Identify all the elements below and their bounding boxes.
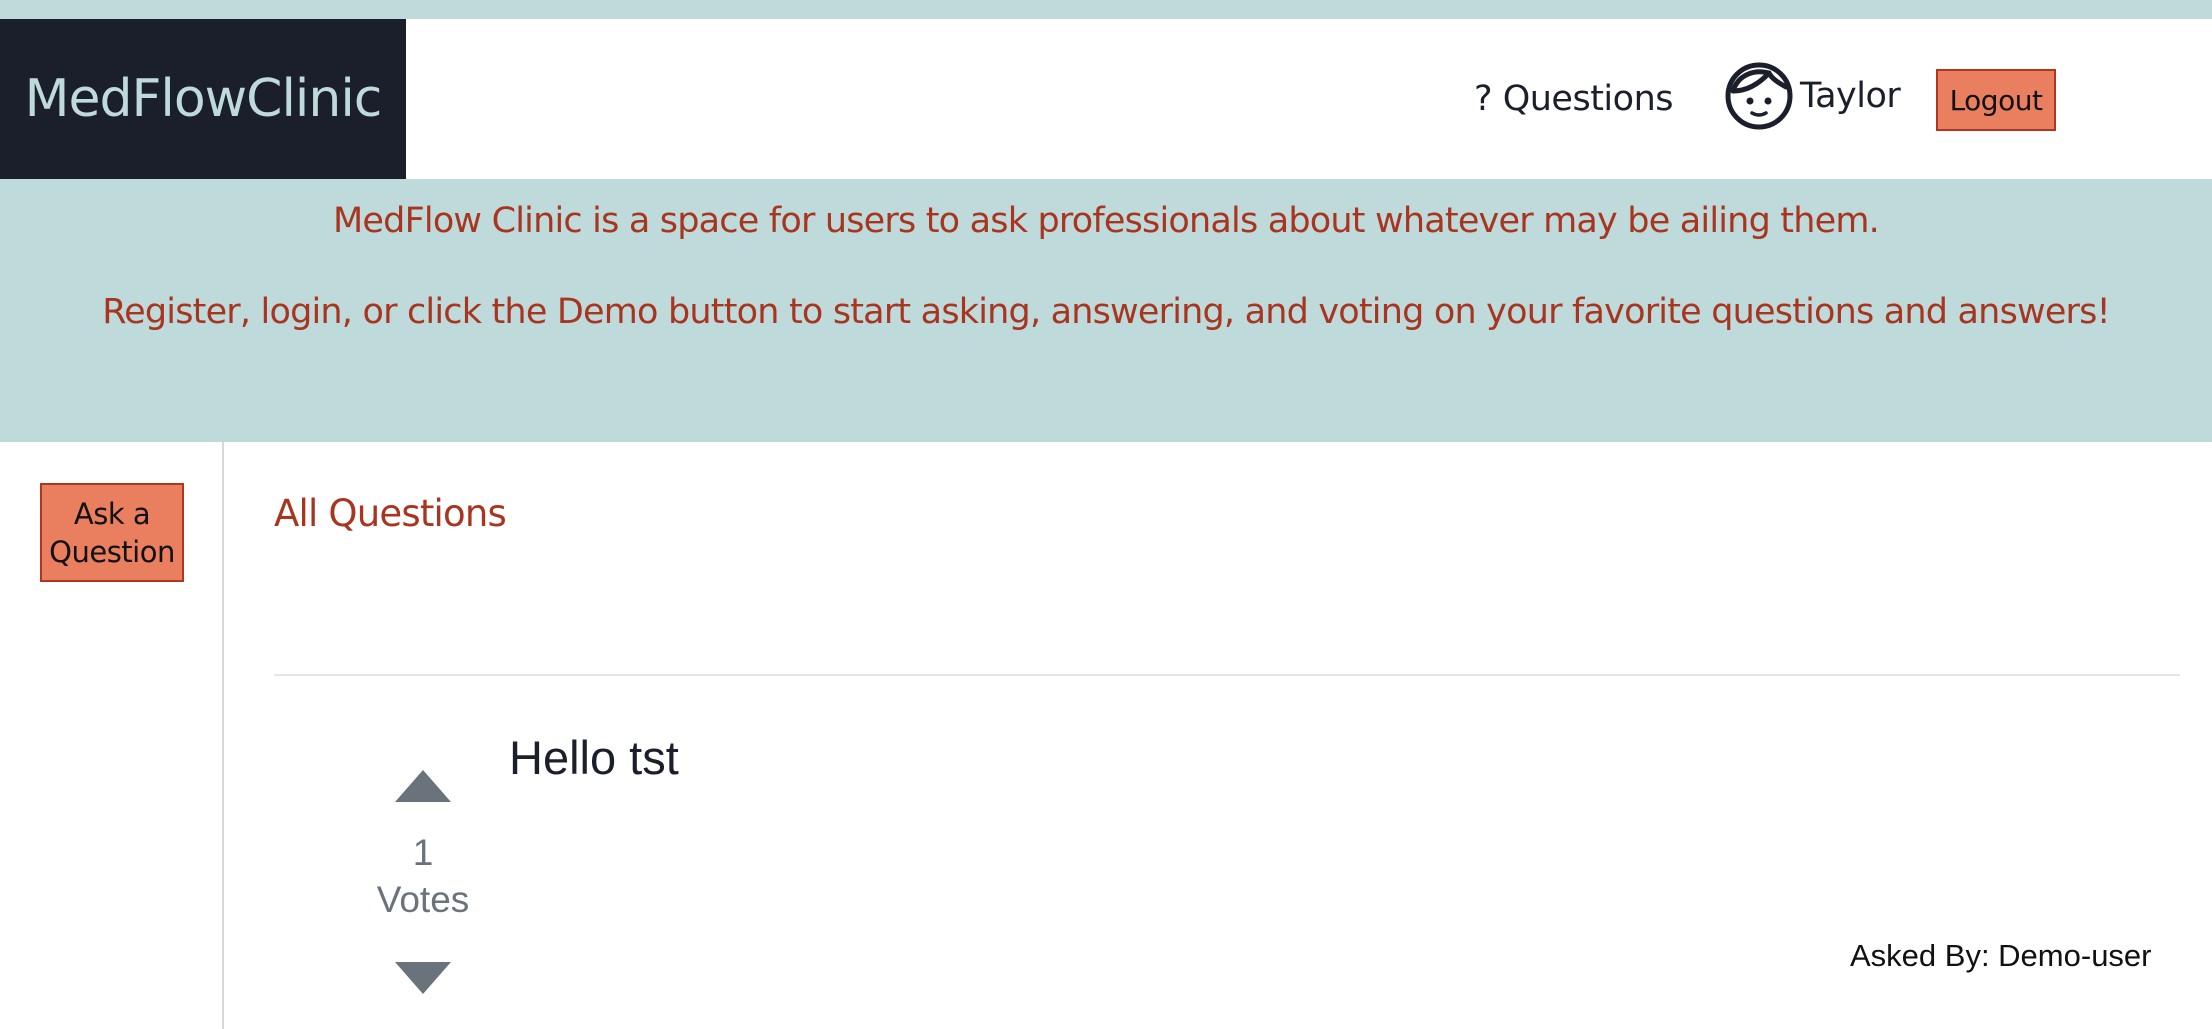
user-profile-link[interactable]: Taylor bbox=[1724, 61, 1901, 131]
vote-label: Votes bbox=[376, 879, 470, 920]
banner-call-to-action: Register, login, or click the Demo butto… bbox=[102, 292, 2110, 332]
left-sidebar: Ask a Question bbox=[0, 442, 224, 1029]
top-accent-strip bbox=[0, 0, 2212, 19]
welcome-banner: MedFlow Clinic is a space for users to a… bbox=[0, 179, 2212, 442]
divider bbox=[274, 674, 2180, 676]
question-title-link[interactable]: Hello tst bbox=[509, 730, 679, 785]
user-name: Taylor bbox=[1800, 76, 1901, 116]
caret-down-icon[interactable] bbox=[393, 960, 453, 996]
brand-name: MedFlowClinic bbox=[24, 69, 383, 129]
logout-button[interactable]: Logout bbox=[1936, 69, 2056, 131]
ask-button-line-2: Question bbox=[49, 534, 175, 569]
page-title: All Questions bbox=[274, 492, 507, 535]
ask-button-line-1: Ask a bbox=[73, 496, 151, 531]
ask-question-button[interactable]: Ask a Question bbox=[40, 483, 184, 582]
user-face-icon bbox=[1725, 62, 1793, 130]
banner-description: MedFlow Clinic is a space for users to a… bbox=[333, 201, 1880, 241]
nav-questions-link[interactable]: ? Questions bbox=[1474, 77, 1673, 121]
caret-up-icon[interactable] bbox=[393, 768, 453, 804]
brand-logo[interactable]: MedFlowClinic bbox=[0, 19, 406, 179]
vote-count: 1 bbox=[412, 832, 434, 873]
question-author: Asked By: Demo-user bbox=[1850, 938, 2152, 973]
header: MedFlowClinic ? Questions Taylor Logout bbox=[0, 19, 2212, 179]
